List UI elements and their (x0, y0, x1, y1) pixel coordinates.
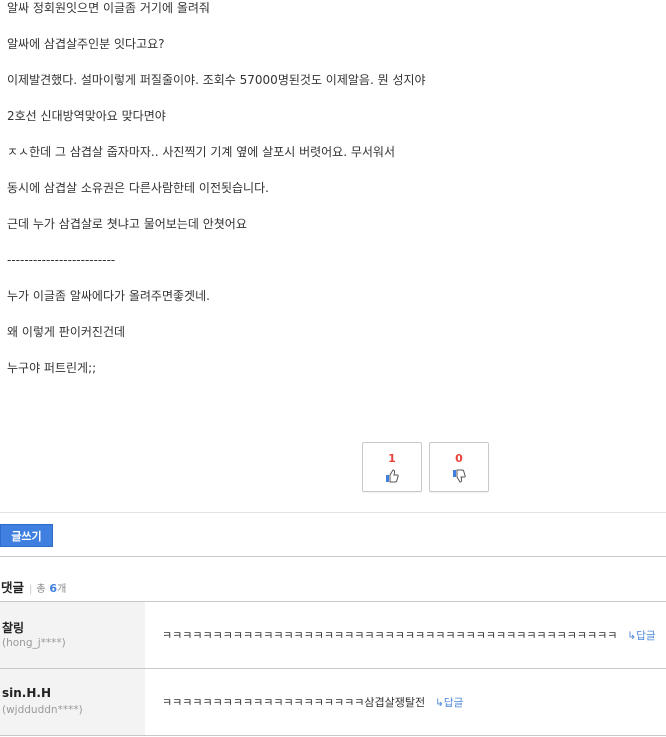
comment-author-cell: sin.H.H (wjdduddn****) (0, 669, 145, 735)
reply-link[interactable]: ↳답글 (435, 697, 463, 709)
thumbs-up-icon (386, 469, 399, 483)
comment-title: 댓글 (1, 580, 25, 595)
comment-author-cell: 찰링 (hong_j****) (0, 602, 145, 668)
post-line: ------------------------- (7, 253, 116, 267)
comment-nickname[interactable]: sin.H.H (2, 686, 51, 700)
comment-item: sin.H.H (wjdduddn****) ㅋㅋㅋㅋㅋㅋㅋㅋㅋㅋㅋㅋㅋㅋㅋㅋㅋ… (0, 669, 666, 735)
post-line: 알싸 정회원잇으면 이글좀 거기에 올려줘 (7, 1, 210, 15)
downvote-button[interactable]: 0 (429, 442, 489, 492)
post-line: ㅈㅅ한데 그 삼겹살 줍자마자.. 사진찍기 기계 옆에 살포시 버렷어요. 무… (7, 145, 396, 159)
post-line: 2호선 신대방역맞아요 맞다면야 (7, 109, 166, 123)
post-line: 동시에 삼겹살 소유권은 다른사람한테 이전됫습니다. (7, 181, 269, 195)
comment-total-label: 총 (36, 584, 46, 595)
post-line: 왜 이렇게 판이커진건데 (7, 325, 126, 339)
upvote-count: 1 (388, 452, 396, 465)
post-line: 알싸에 삼겹살주인분 잇다고요? (7, 37, 165, 51)
post-line: 누구야 퍼트린게;; (7, 361, 97, 375)
upvote-button[interactable]: 1 (362, 442, 422, 492)
post-line: 근데 누가 삼겹살로 쳣냐고 물어보는데 안쳣어요 (7, 217, 247, 231)
comment-body: ㅋㅋㅋㅋㅋㅋㅋㅋㅋㅋㅋㅋㅋㅋㅋㅋㅋㅋㅋㅋㅋㅋㅋㅋㅋㅋㅋㅋㅋㅋㅋㅋㅋㅋㅋㅋㅋㅋㅋㅋ… (162, 627, 656, 643)
downvote-count: 0 (455, 452, 463, 465)
comment-header: 댓글 | 총 6개 (1, 577, 66, 596)
reply-link[interactable]: ↳답글 (627, 630, 655, 642)
comment-text: ㅋㅋㅋㅋㅋㅋㅋㅋㅋㅋㅋㅋㅋㅋㅋㅋㅋㅋㅋㅋ삼겹살쟁탈전 (162, 696, 426, 709)
comment-nickname[interactable]: 찰링 (2, 619, 24, 636)
comment-count-unit: 개 (57, 584, 67, 595)
post-line: 이제발견했다. 설마이렇게 퍼질줄이야. 조회수 57000명된것도 이제알음.… (7, 73, 426, 87)
section-divider (0, 556, 666, 557)
comment-user-id: (hong_j****) (2, 637, 66, 649)
post-line: 누가 이글좀 알싸에다가 올려주면좋겟네. (7, 289, 210, 303)
comment-item: 찰링 (hong_j****) ㅋㅋㅋㅋㅋㅋㅋㅋㅋㅋㅋㅋㅋㅋㅋㅋㅋㅋㅋㅋㅋㅋㅋㅋ… (0, 602, 666, 668)
comment-user-id: (wjdduddn****) (2, 704, 83, 716)
thumbs-down-icon (453, 469, 466, 483)
comment-divider (0, 735, 666, 736)
comment-count: 6 (49, 582, 58, 595)
comment-text: ㅋㅋㅋㅋㅋㅋㅋㅋㅋㅋㅋㅋㅋㅋㅋㅋㅋㅋㅋㅋㅋㅋㅋㅋㅋㅋㅋㅋㅋㅋㅋㅋㅋㅋㅋㅋㅋㅋㅋㅋ… (162, 629, 618, 642)
header-separator: | (29, 584, 33, 595)
write-post-button[interactable]: 글쓰기 (0, 524, 53, 547)
comment-body: ㅋㅋㅋㅋㅋㅋㅋㅋㅋㅋㅋㅋㅋㅋㅋㅋㅋㅋㅋㅋ삼겹살쟁탈전 ↳답글 (162, 694, 463, 710)
section-divider (0, 512, 666, 513)
